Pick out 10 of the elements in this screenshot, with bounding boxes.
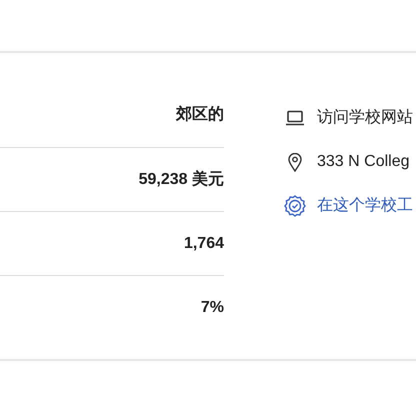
laptop-icon: [285, 110, 305, 126]
stat-value: 7%: [200, 298, 224, 318]
work-here-link[interactable]: 在这个学校工: [317, 194, 413, 218]
stat-value: 59,238 美元: [138, 169, 224, 190]
location-pin-icon: [288, 152, 302, 172]
website-link[interactable]: 访问学校网站: [317, 106, 413, 130]
verified-badge-icon: [284, 195, 306, 217]
address-text: 333 N Colleg: [317, 152, 410, 172]
stat-value: 郊区的: [176, 104, 224, 125]
stat-value: 1,764: [184, 234, 224, 254]
